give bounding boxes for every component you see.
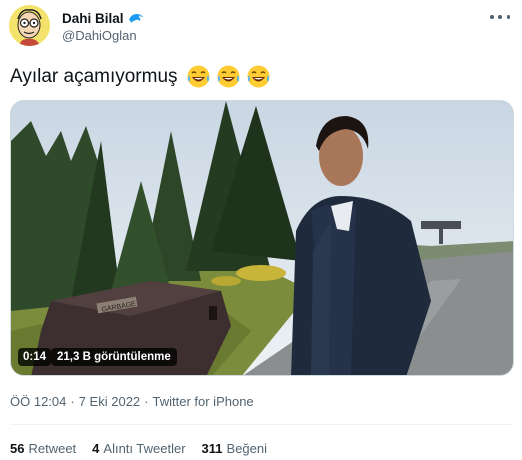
dot-icon — [498, 15, 502, 19]
likes-count: 311 — [201, 441, 223, 456]
emoji-group — [186, 64, 271, 89]
author-name-row[interactable]: Dahi Bilal — [62, 10, 144, 26]
tears-of-joy-emoji-icon — [187, 65, 210, 88]
dolphin-icon — [128, 12, 144, 25]
meta-separator: · — [144, 394, 149, 409]
video-frame: GARBAGE — [11, 101, 513, 375]
more-options-button[interactable] — [490, 10, 510, 24]
tears-of-joy-emoji-icon — [217, 65, 240, 88]
retweets-stat[interactable]: 56 Retweet — [10, 441, 76, 456]
tweet-source-link[interactable]: Twitter for iPhone — [153, 394, 254, 409]
retweets-label: Retweet — [28, 441, 77, 456]
video-player[interactable]: GARBAGE — [10, 100, 514, 376]
tweet-text: Ayılar açamıyormuş — [10, 64, 271, 89]
tears-of-joy-emoji-icon — [247, 65, 270, 88]
divider — [10, 424, 512, 425]
retweets-count: 56 — [10, 441, 25, 456]
meta-separator: · — [70, 394, 75, 409]
tweet-card: Dahi Bilal @DahiOglan Ayılar açamıyormuş — [0, 0, 522, 460]
author-display-name[interactable]: Dahi Bilal — [62, 11, 124, 26]
tweet-stats: 56 Retweet 4 Alıntı Tweetler 311 Beğeni — [10, 441, 267, 456]
likes-label: Beğeni — [226, 441, 268, 456]
quote-tweets-stat[interactable]: 4 Alıntı Tweetler — [92, 441, 185, 456]
tweet-date[interactable]: 7 Eki 2022 — [79, 394, 140, 409]
video-duration-badge: 0:14 — [18, 348, 52, 366]
video-views-badge: 21,3 B görüntülenme — [51, 348, 177, 366]
avatar[interactable] — [9, 5, 50, 46]
dot-icon — [506, 15, 510, 19]
tweet-time[interactable]: ÖÖ 12:04 — [10, 394, 66, 409]
tweet-text-content: Ayılar açamıyormuş — [10, 65, 178, 87]
quotes-label: Alıntı Tweetler — [103, 441, 186, 456]
author-handle[interactable]: @DahiOglan — [62, 28, 137, 43]
quotes-count: 4 — [92, 441, 100, 456]
tweet-meta: ÖÖ 12:04 · 7 Eki 2022 · Twitter for iPhone — [10, 394, 254, 409]
avatar-illustration — [9, 5, 50, 46]
likes-stat[interactable]: 311 Beğeni — [202, 441, 267, 456]
dot-icon — [490, 15, 494, 19]
